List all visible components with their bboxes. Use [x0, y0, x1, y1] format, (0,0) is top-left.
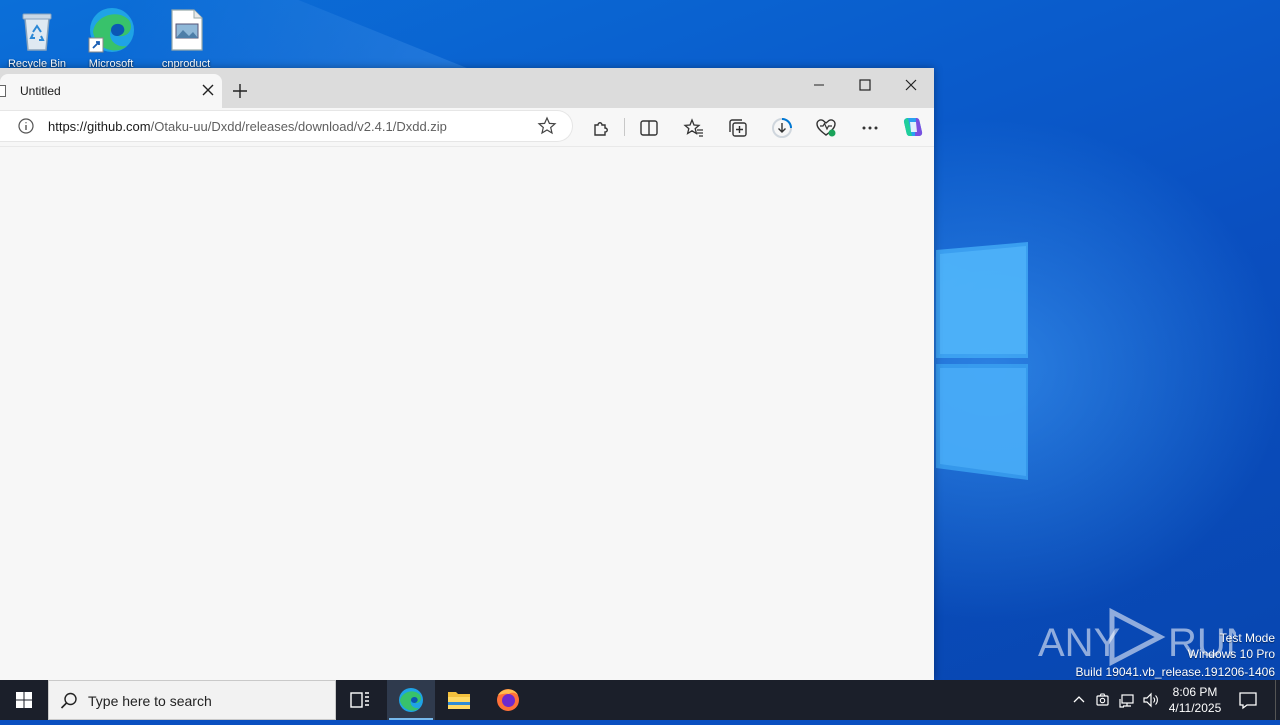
tab-untitled[interactable]: Untitled [0, 74, 222, 108]
test-mode-text: Test Mode [1219, 631, 1275, 645]
page-content-blank[interactable] [0, 146, 934, 681]
start-button-windows-icon[interactable] [0, 680, 48, 720]
copilot-icon[interactable] [900, 114, 926, 140]
taskbar-search-box[interactable]: Type here to search [48, 680, 336, 720]
address-bar[interactable]: https://github.com/Otaku-uu/Dxdd/release… [0, 111, 572, 141]
windows-edition-text: Windows 10 Pro [1187, 647, 1275, 661]
browser-titlebar: Untitled [0, 68, 934, 108]
url-path: /Otaku-uu/Dxdd/releases/download/v2.4.1/… [150, 119, 447, 134]
browser-toolbar: https://github.com/Otaku-uu/Dxdd/release… [0, 108, 934, 146]
tab-close-icon[interactable] [198, 80, 218, 100]
file-explorer-icon[interactable] [435, 680, 483, 720]
toolbar-separator [624, 118, 625, 136]
clock-date: 4/11/2025 [1168, 701, 1222, 715]
maximize-icon[interactable] [842, 70, 888, 100]
url-text[interactable]: https://github.com/Otaku-uu/Dxdd/release… [48, 119, 447, 134]
more-icon[interactable] [859, 117, 881, 139]
build-text: Build 19041.vb_release.191206-1406 [1075, 665, 1276, 679]
page-favicon-icon [0, 85, 6, 97]
windows-wallpaper-logo [936, 242, 1028, 480]
taskbar: Type here to search 8:06 PM 4/11/2025 [0, 680, 1280, 720]
favorites-icon[interactable] [683, 117, 705, 139]
search-icon [60, 692, 77, 709]
new-tab-icon[interactable] [230, 81, 250, 101]
notification-center-icon[interactable] [1236, 688, 1260, 712]
favorite-star-icon[interactable] [537, 116, 557, 136]
minimize-icon[interactable] [796, 70, 842, 100]
edge-icon [399, 688, 423, 712]
url-host: https://github.com [48, 119, 151, 134]
image-file-icon [171, 9, 203, 51]
tab-title: Untitled [20, 84, 61, 98]
recycle-bin-icon [22, 13, 52, 51]
downloads-icon[interactable] [771, 117, 793, 139]
collections-icon[interactable] [727, 117, 749, 139]
edge-browser-window: Untitled https://github.com/Otaku-uu/Dxd… [0, 68, 934, 681]
site-info-icon[interactable] [17, 117, 35, 135]
volume-icon[interactable] [1141, 690, 1161, 710]
desktop-icon-cnproduct[interactable]: cnproduct [150, 6, 222, 71]
desktop-icon-recycle-bin[interactable]: Recycle Bin [1, 6, 73, 71]
close-window-icon[interactable] [888, 70, 934, 100]
chevron-up-icon[interactable] [1069, 690, 1089, 710]
network-icon[interactable] [1117, 690, 1137, 710]
svg-text:ANY: ANY [1038, 621, 1120, 665]
taskbar-clock[interactable]: 8:06 PM 4/11/2025 [1162, 684, 1228, 716]
extensions-icon[interactable] [590, 117, 612, 139]
taskbar-edge-button[interactable] [387, 680, 435, 720]
browser-essentials-icon[interactable] [815, 117, 837, 139]
clock-time: 8:06 PM [1172, 685, 1218, 699]
search-placeholder: Type here to search [88, 693, 212, 709]
camera-security-icon[interactable] [1093, 690, 1113, 710]
firefox-icon[interactable] [484, 680, 532, 720]
split-screen-icon[interactable] [638, 117, 660, 139]
edge-shortcut-icon [88, 8, 134, 53]
task-view-icon[interactable] [336, 680, 384, 720]
show-desktop-button[interactable] [1275, 680, 1276, 720]
desktop-icon-microsoft-edge[interactable]: Microsoft [75, 6, 147, 71]
